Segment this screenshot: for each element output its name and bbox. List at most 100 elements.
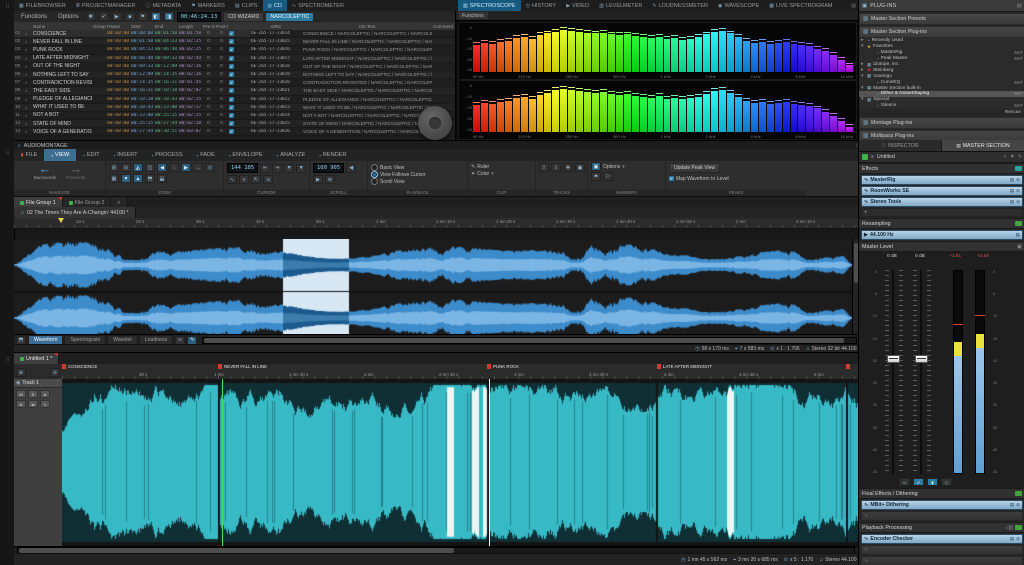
plugin-slot[interactable]: ∿ MBit+ Dithering ▤ ⊘: [861, 500, 1023, 510]
zoom-up-icon[interactable]: ▲: [133, 174, 143, 183]
ribbon-tab-view[interactable]: ▪ VIEW: [44, 149, 77, 161]
solo-button[interactable]: S: [28, 390, 38, 398]
track-lock-checkbox[interactable]: ✔: [229, 129, 234, 135]
zoom-clip-icon[interactable]: ⬓: [157, 174, 167, 183]
track-menu-icon[interactable]: ⋮: [55, 380, 60, 386]
empty-plugin-slot[interactable]: ∿: [861, 556, 1023, 565]
cursor-start-icon[interactable]: ⇱: [251, 175, 261, 184]
cursor-end-icon[interactable]: ⇲: [263, 175, 273, 184]
track-down-icon[interactable]: ⇩: [551, 163, 561, 172]
plugin-slot[interactable]: ∿ Stereo Tools ▤ ⊘: [861, 197, 1023, 207]
zoom-play-icon[interactable]: ▶: [181, 163, 191, 172]
ribbon-tab-envelope[interactable]: ▪ ENVELOPE: [222, 149, 270, 161]
edit-cursor[interactable]: [489, 379, 490, 546]
track-lock-checkbox[interactable]: ✔: [229, 104, 234, 110]
zoom-left-icon[interactable]: ◀: [157, 163, 167, 172]
cd-track-row[interactable]: 07♪CONTRADICTION REVISITED00:00:00.0000:…: [14, 79, 250, 88]
editor-hscrollbar[interactable]: [202, 336, 857, 344]
zoom-audio-icon[interactable]: ◭: [133, 163, 143, 172]
ribbon-tab-analyze[interactable]: ▪ ANALYZE: [270, 149, 313, 161]
tree-arrow-icon[interactable]: ▸: [861, 68, 865, 73]
cd-functions-menu[interactable]: Functions: [17, 14, 51, 20]
panel-tab-master-section[interactable]: ▥ MASTER SECTION: [942, 140, 1024, 151]
track-up-icon[interactable]: ⇧: [539, 163, 549, 172]
edit-cursor-marker[interactable]: [58, 218, 64, 223]
update-peak-view-button[interactable]: Update Peak View: [669, 163, 721, 173]
zoom-out-icon[interactable]: ⊟: [121, 163, 131, 172]
scroll-field[interactable]: 100 905: [313, 163, 345, 173]
zoom-down-icon[interactable]: ▼: [121, 174, 131, 183]
cd-track-row[interactable]: 11 ♪ NOT A BOT 00:00:00.0000:23:00.4500:25:…: [14, 111, 250, 121]
track-lock-checkbox[interactable]: ✔: [229, 72, 234, 78]
cd-col-header[interactable]: Pre-Gap: [202, 24, 215, 29]
cdtext-col-header[interactable]: ISRC: [250, 24, 302, 29]
slot-menu-icon[interactable]: ▤: [1010, 199, 1014, 205]
cdtext-row[interactable]: DE-Z65-17-23014 CONSCIENCE / NARCOLEPTIC …: [250, 30, 455, 39]
section-active-led[interactable]: [1015, 491, 1022, 496]
tree-arrow-icon[interactable]: ▾: [861, 44, 865, 49]
cd-col-header[interactable]: Name: [32, 24, 92, 29]
zoom-plus-icon[interactable]: ⊕: [16, 368, 26, 377]
tree-arrow-icon[interactable]: ▾: [861, 97, 865, 102]
cursor-next-icon[interactable]: ⇥: [272, 163, 283, 173]
cd-track-row[interactable]: 08♪THE EASY SIDE00:00:00.0000:16:21.0500…: [14, 87, 250, 96]
fader-handle-right[interactable]: [915, 355, 928, 363]
slot-menu-icon[interactable]: ▤: [1010, 188, 1014, 194]
cd-col-header[interactable]: Post-Gap: [215, 24, 228, 29]
settings-icon[interactable]: ▣: [1017, 244, 1022, 250]
zoom-vert-icon[interactable]: ↕: [169, 163, 179, 172]
plugin-slot[interactable]: ∿ MasterRig ▤ ⊘: [861, 175, 1023, 185]
track-lock-checkbox[interactable]: ✔: [229, 80, 234, 86]
cd-track-marker[interactable]: NEVER FALL IN LINE: [218, 364, 267, 369]
editor-hscroll-thumb[interactable]: [204, 337, 844, 343]
plugins-header[interactable]: ▣ PLUG-INS ▤: [859, 0, 1024, 12]
track-lock-checkbox[interactable]: ✔: [229, 112, 234, 118]
montage-clip-area[interactable]: [62, 379, 858, 546]
jog-wheel[interactable]: [418, 106, 452, 140]
cursor-prev-icon[interactable]: ⇤: [260, 163, 271, 173]
clip-ruler-item[interactable]: ✎ Ruler: [471, 163, 532, 170]
tree-arrow-icon[interactable]: ▸: [861, 38, 865, 43]
playback-processing-section-header[interactable]: Playback Processing ◁)): [859, 522, 1024, 533]
stop-icon[interactable]: ■: [124, 12, 135, 21]
plugins-section-bar[interactable]: ▥ Montage Plug-ins: [859, 116, 1024, 129]
cdtext-row[interactable]: DE-Z65-17-23021 THE EASY SIDE / NARCOLEPT…: [250, 87, 455, 96]
cd-col-header[interactable]: Start: [130, 24, 154, 29]
cd-track-row[interactable]: 03 ♪ PUNK ROCK 00:00:00.0000:04:23.5400:06:…: [14, 46, 250, 55]
panel-tab-inspector[interactable]: ⓘ INSPECTOR: [859, 140, 942, 151]
slot-bypass-icon[interactable]: ⊘: [1016, 536, 1020, 542]
tree-arrow-icon[interactable]: ▾: [861, 74, 865, 79]
cdtext-row[interactable]: DE-Z65-17-23015 NEVER FALL IN LINE / NARC…: [250, 38, 455, 47]
meter-scale-icon[interactable]: ▯: [941, 478, 952, 486]
plugin-slot[interactable]: ∿ Encoder Checker ▤ ⊘: [861, 534, 1023, 544]
ribbon-tab-edit[interactable]: ▪ EDIT: [76, 149, 106, 161]
more-icon[interactable]: ✎: [1018, 154, 1022, 160]
meter-mode-icon[interactable]: ▭: [899, 478, 910, 486]
cd-wizard-button[interactable]: CD WIZARD: [224, 12, 264, 21]
playback-option[interactable]: Basic View: [371, 164, 464, 171]
cd-track-marker[interactable]: LATE AFTER MIDNIGHT: [657, 364, 712, 369]
resampling-slot[interactable]: ▶ 44.100 Hz ▤: [861, 230, 1023, 240]
track-focus-icon[interactable]: ▣: [575, 163, 585, 172]
cdtext-col-header[interactable]: CD-Text: [302, 24, 432, 29]
play-icon[interactable]: ▶: [111, 12, 122, 21]
status-item[interactable]: ◷ 1 mn 45 s 562 ms: [681, 557, 727, 563]
ribbon-tab-fade[interactable]: ▪ FADE: [190, 149, 222, 161]
cursor-snap-icon[interactable]: ≡: [239, 175, 249, 184]
speaker-icon[interactable]: ◁)): [1005, 525, 1013, 531]
cd-track-row[interactable]: 01♪CONSCIENCE00:00:00.0000:00:00.0000:01…: [14, 30, 250, 39]
split-left-icon[interactable]: ◧: [150, 12, 161, 21]
master-level-section-header[interactable]: Master Level ▣: [859, 241, 1024, 252]
track-lock-checkbox[interactable]: ✔: [229, 39, 234, 45]
ribbon-tab-file[interactable]: ▮ FILE: [14, 149, 44, 161]
playback-option[interactable]: View Follows Cursor: [371, 171, 464, 178]
section-active-led[interactable]: [1015, 525, 1022, 530]
fader-left[interactable]: [892, 270, 894, 474]
track-lock-checkbox[interactable]: ✔: [229, 31, 234, 37]
resampling-section-header[interactable]: Resampling: [859, 218, 1024, 229]
track-lock-checkbox[interactable]: ✔: [229, 63, 234, 69]
track-lock-checkbox[interactable]: ✔: [229, 47, 234, 53]
cd-track-row[interactable]: 04 ♪ LATE AFTER MIDNIGHT 00:00:00.0000:06:4…: [14, 54, 250, 63]
section-active-led[interactable]: [1015, 221, 1022, 226]
routing-button[interactable]: ⇄: [28, 400, 38, 408]
